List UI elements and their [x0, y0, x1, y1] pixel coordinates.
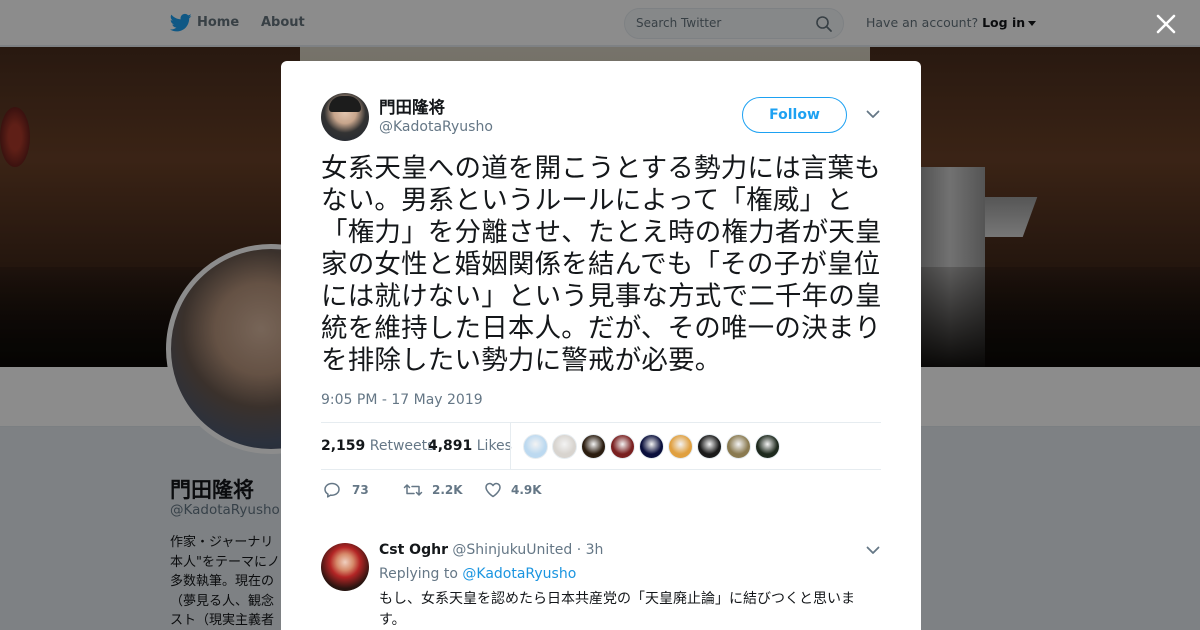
close-icon[interactable]: [1155, 13, 1177, 35]
follow-button[interactable]: Follow: [742, 97, 847, 133]
chevron-down-icon[interactable]: [866, 110, 880, 119]
reply-time[interactable]: · 3h: [577, 542, 604, 558]
tweet-actions: 73 2.2K 4.9K: [321, 479, 881, 503]
reply-icon: [324, 482, 340, 498]
retweet-count: 2.2K: [432, 483, 463, 497]
likes-stat[interactable]: 4,891 Likes: [428, 438, 512, 454]
retweet-icon: [403, 484, 423, 496]
stats-divider: [510, 423, 511, 470]
author-name[interactable]: 門田隆将: [379, 94, 445, 118]
liker-avatar[interactable]: [639, 434, 664, 459]
reply-count: 73: [352, 483, 369, 497]
author-avatar[interactable]: [321, 93, 369, 141]
reply-header: Cst Oghr @ShinjukuUnited · 3h: [379, 542, 603, 558]
likes-count: 4,891: [428, 438, 473, 454]
liker-avatar[interactable]: [668, 434, 693, 459]
likes-label: Likes: [476, 438, 512, 454]
reply-author-name[interactable]: Cst Oghr: [379, 542, 448, 558]
liker-avatar[interactable]: [523, 434, 548, 459]
liker-avatar[interactable]: [581, 434, 606, 459]
liker-avatar[interactable]: [610, 434, 635, 459]
liker-avatar[interactable]: [755, 434, 780, 459]
liker-avatar[interactable]: [552, 434, 577, 459]
liker-avatar[interactable]: [697, 434, 722, 459]
replying-to-label: Replying to: [379, 566, 458, 582]
liker-avatar[interactable]: [726, 434, 751, 459]
reply-chevron-down-icon[interactable]: [866, 546, 880, 555]
retweets-label: Retweets: [369, 438, 435, 454]
tweet-modal: 門田隆将 @KadotaRyusho Follow 女系天皇への道を開こうとする…: [281, 61, 921, 630]
reply-text: もし、女系天皇を認めたら日本共産党の「天皇廃止論」に結びつくと思います。: [379, 591, 855, 628]
reply-author-handle[interactable]: @ShinjukuUnited: [452, 542, 572, 558]
reply-avatar[interactable]: [321, 543, 369, 591]
tweet-timestamp[interactable]: 9:05 PM - 17 May 2019: [321, 392, 483, 408]
author-handle[interactable]: @KadotaRyusho: [379, 119, 493, 135]
heart-icon: [485, 482, 501, 498]
like-count: 4.9K: [511, 483, 542, 497]
tweet-stats: 2,159 Retweets 4,891 Likes: [321, 422, 881, 470]
retweets-stat[interactable]: 2,159 Retweets: [321, 438, 434, 454]
retweets-count: 2,159: [321, 438, 366, 454]
replying-to: Replying to @KadotaRyusho: [379, 566, 576, 582]
reply-separator: [281, 519, 921, 529]
replying-to-link[interactable]: @KadotaRyusho: [462, 566, 576, 582]
tweet-text: 女系天皇への道を開こうとする勢力には言葉もない。男系というルールによって「権威」…: [321, 153, 882, 376]
